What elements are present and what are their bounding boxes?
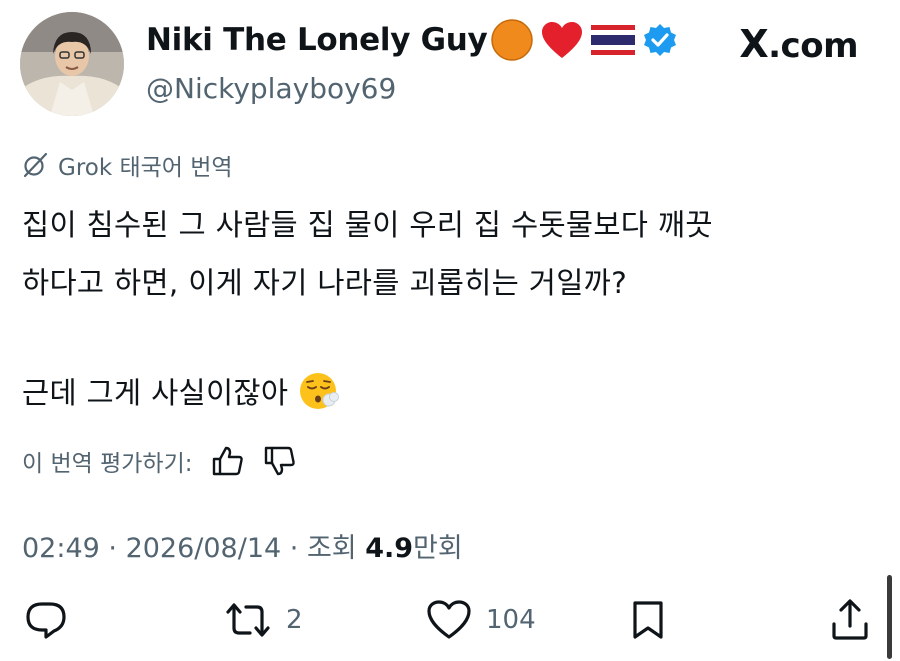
thumbs-up-icon[interactable] <box>211 445 245 477</box>
views-label: 조회 <box>306 533 366 564</box>
site-label: X.com <box>739 22 858 66</box>
heart-icon <box>427 600 471 639</box>
name-badges <box>490 18 678 62</box>
tweet-time[interactable]: 02:49 <box>22 533 100 564</box>
tweet-line: 근데 그게 사실이잖아 <box>22 376 289 410</box>
tweet-line: 집이 침수된 그 사람들 집 물이 우리 집 수돗물보다 깨끗 <box>22 208 713 242</box>
orange-circle-icon <box>491 19 533 61</box>
views-count[interactable]: 4.9 <box>365 533 413 564</box>
display-name[interactable]: Niki The Lonely Guy <box>146 22 488 58</box>
retweet-count: 2 <box>286 605 303 635</box>
thumbs-down-icon[interactable] <box>263 445 297 477</box>
translation-label: Grok 태국어 번역 <box>22 148 233 182</box>
profile-photo-icon <box>20 12 124 116</box>
verified-badge-icon[interactable] <box>642 22 678 58</box>
tweet-date[interactable]: 2026/08/14 <box>126 533 282 564</box>
views-unit: 만회 <box>413 533 463 564</box>
reply-button[interactable] <box>24 598 82 642</box>
share-button[interactable] <box>830 598 870 642</box>
meta-separator: · <box>281 533 307 564</box>
site-domain: .com <box>768 26 858 66</box>
thailand-flag-icon <box>591 25 635 55</box>
translation-label-text: Grok 태국어 번역 <box>58 155 233 181</box>
scrollbar[interactable] <box>887 575 892 659</box>
bookmark-icon <box>633 601 663 639</box>
like-button[interactable]: 104 <box>426 598 536 642</box>
user-handle[interactable]: @Nickyplayboy69 <box>146 72 396 105</box>
retweet-icon <box>226 603 270 637</box>
grok-icon <box>23 152 48 178</box>
x-logo: X <box>739 22 769 66</box>
tweet-meta: 02:49 · 2026/08/14 · 조회 4.9만회 <box>22 526 463 565</box>
face-exhaling-emoji <box>300 373 340 409</box>
like-count: 104 <box>486 605 536 635</box>
tweet-text: 집이 침수된 그 사람들 집 물이 우리 집 수돗물보다 깨끗 하다고 하면, … <box>22 196 882 422</box>
meta-separator: · <box>99 533 126 564</box>
share-icon <box>832 599 868 640</box>
bookmark-button[interactable] <box>630 598 666 642</box>
red-heart-icon <box>542 22 582 58</box>
retweet-button[interactable]: 2 <box>224 598 303 642</box>
reply-icon <box>26 602 66 639</box>
rate-translation-label: 이 번역 평가하기: <box>22 451 193 477</box>
tweet-line: 하다고 하면, 이게 자기 나라를 괴롭히는 거일까? <box>22 266 628 300</box>
tweet-line-with-emoji: 근데 그게 사실이잖아 <box>22 364 882 422</box>
rate-translation: 이 번역 평가하기: <box>22 444 297 478</box>
avatar[interactable] <box>20 12 124 116</box>
tweet-screenshot: Niki The Lonely Guy @Nickyplayboy69 X.co… <box>0 0 900 661</box>
